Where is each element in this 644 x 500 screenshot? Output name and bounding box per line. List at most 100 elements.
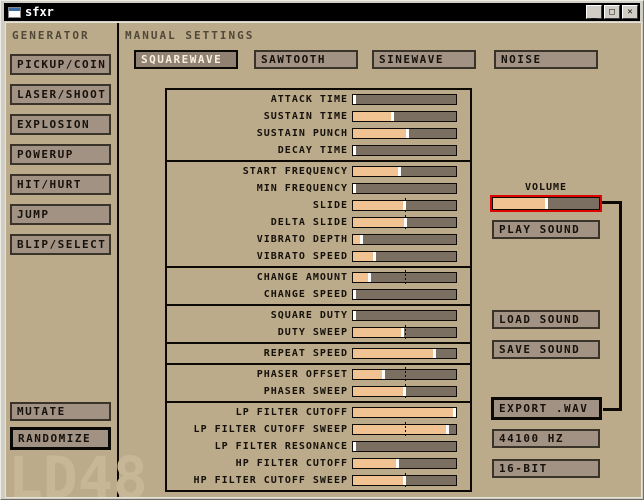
generator-hit-hurt[interactable]: HIT/HURT	[10, 174, 111, 195]
slider-fill	[353, 201, 405, 210]
save-sound-button[interactable]: SAVE SOUND	[492, 340, 600, 359]
slider-group: CHANGE AMOUNTCHANGE SPEED	[165, 268, 472, 306]
slider-row: PHASER OFFSET	[167, 366, 470, 383]
slider-center-mark	[405, 325, 406, 341]
slider-row: SLIDE	[167, 197, 470, 214]
client-area: GENERATOR MANUAL SETTINGS PICKUP/COINLAS…	[5, 22, 642, 498]
slider-fill	[353, 387, 405, 396]
slider-row: CHANGE SPEED	[167, 286, 470, 303]
slider-change-speed[interactable]	[352, 289, 457, 300]
slider-repeat-speed[interactable]	[352, 348, 457, 359]
generator-powerup[interactable]: POWERUP	[10, 144, 111, 165]
slider-square-duty[interactable]	[352, 310, 457, 321]
slider-center-mark	[405, 422, 406, 438]
maximize-button[interactable]: □	[604, 5, 620, 19]
manual-settings-header: MANUAL SETTINGS	[125, 29, 254, 42]
slider-fill	[353, 425, 449, 434]
slider-attack-time[interactable]	[352, 94, 457, 105]
slider-row: ATTACK TIME	[167, 91, 470, 108]
slider-label: LP FILTER RESONANCE	[167, 441, 352, 452]
slider-start-frequency[interactable]	[352, 166, 457, 177]
window-title: sfxr	[25, 5, 54, 19]
slider-marker	[368, 273, 371, 282]
title-bar[interactable]: sfxr _ □ ✕	[4, 3, 640, 21]
slider-label: DUTY SWEEP	[167, 327, 352, 338]
slider-hp-filter-cutoff[interactable]	[352, 458, 457, 469]
slider-fill	[353, 328, 402, 337]
slider-fill	[353, 370, 383, 379]
slider-row: SUSTAIN TIME	[167, 108, 470, 125]
slider-label: SUSTAIN TIME	[167, 111, 352, 122]
export-wav-button[interactable]: EXPORT .WAV	[491, 397, 602, 420]
generator-laser-shoot[interactable]: LASER/SHOOT	[10, 84, 111, 105]
slider-marker	[403, 476, 406, 485]
slider-fill	[353, 349, 435, 358]
wave-squarewave[interactable]: SQUAREWAVE	[134, 50, 238, 69]
slider-lp-filter-cutoff-sweep[interactable]	[352, 424, 457, 435]
slider-fill	[353, 252, 374, 261]
slider-label: SUSTAIN PUNCH	[167, 128, 352, 139]
volume-bar	[492, 197, 600, 210]
slider-vibrato-speed[interactable]	[352, 251, 457, 262]
slider-marker	[396, 459, 399, 468]
slider-row: HP FILTER CUTOFF SWEEP	[167, 472, 470, 489]
slider-row: START FREQUENCY	[167, 163, 470, 180]
slider-row: VIBRATO DEPTH	[167, 231, 470, 248]
slider-fill	[353, 112, 392, 121]
slider-phaser-sweep[interactable]	[352, 386, 457, 397]
slider-decay-time[interactable]	[352, 145, 457, 156]
play-sound-button[interactable]: PLAY SOUND	[492, 220, 600, 239]
slider-row: SQUARE DUTY	[167, 307, 470, 324]
export-wire-vertical	[619, 201, 622, 411]
maximize-icon: □	[609, 8, 614, 17]
slider-delta-slide[interactable]	[352, 217, 457, 228]
slider-label: HP FILTER CUTOFF SWEEP	[167, 475, 352, 486]
slider-change-amount[interactable]	[352, 272, 457, 283]
slider-slide[interactable]	[352, 200, 457, 211]
volume-slider[interactable]	[490, 195, 602, 212]
slider-marker	[403, 387, 406, 396]
slider-row: CHANGE AMOUNT	[167, 269, 470, 286]
slider-sustain-punch[interactable]	[352, 128, 457, 139]
wave-noise[interactable]: NOISE	[494, 50, 598, 69]
load-sound-button[interactable]: LOAD SOUND	[492, 310, 600, 329]
generator-explosion[interactable]: EXPLOSION	[10, 114, 111, 135]
generator-pickup-coin[interactable]: PICKUP/COIN	[10, 54, 111, 75]
slider-marker	[360, 235, 363, 244]
wave-sawtooth[interactable]: SAWTOOTH	[254, 50, 358, 69]
slider-min-frequency[interactable]	[352, 183, 457, 194]
slider-fill	[353, 459, 397, 468]
generator-jump[interactable]: JUMP	[10, 204, 111, 225]
slider-vibrato-depth[interactable]	[352, 234, 457, 245]
volume-marker	[545, 198, 548, 209]
slider-marker	[433, 349, 436, 358]
generator-blip-select[interactable]: BLIP/SELECT	[10, 234, 111, 255]
bit-depth-button[interactable]: 16-BIT	[492, 459, 600, 478]
close-icon: ✕	[627, 8, 632, 17]
export-wire-bottom	[603, 408, 622, 411]
wave-sinewave[interactable]: SINEWAVE	[372, 50, 476, 69]
sample-rate-button[interactable]: 44100 HZ	[492, 429, 600, 448]
slider-phaser-offset[interactable]	[352, 369, 457, 380]
mutate-button[interactable]: MUTATE	[10, 402, 111, 421]
slider-label: ATTACK TIME	[167, 94, 352, 105]
slider-label: PHASER OFFSET	[167, 369, 352, 380]
app-window: sfxr _ □ ✕ GENERATOR MANUAL SETTINGS PICKU…	[0, 0, 644, 500]
close-button[interactable]: ✕	[622, 5, 638, 19]
slider-center-mark	[405, 270, 406, 286]
slider-lp-filter-resonance[interactable]	[352, 441, 457, 452]
slider-marker	[398, 167, 401, 176]
slider-fill	[353, 218, 406, 227]
slider-lp-filter-cutoff[interactable]	[352, 407, 457, 418]
slider-marker	[353, 311, 356, 320]
slider-fill	[353, 129, 408, 138]
slider-sustain-time[interactable]	[352, 111, 457, 122]
slider-center-mark	[405, 367, 406, 383]
minimize-button[interactable]: _	[586, 5, 602, 19]
ld48-watermark: LD48	[8, 449, 148, 498]
slider-row: VIBRATO SPEED	[167, 248, 470, 265]
slider-row: DUTY SWEEP	[167, 324, 470, 341]
slider-duty-sweep[interactable]	[352, 327, 457, 338]
slider-hp-filter-cutoff-sweep[interactable]	[352, 475, 457, 486]
slider-fill	[353, 408, 456, 417]
